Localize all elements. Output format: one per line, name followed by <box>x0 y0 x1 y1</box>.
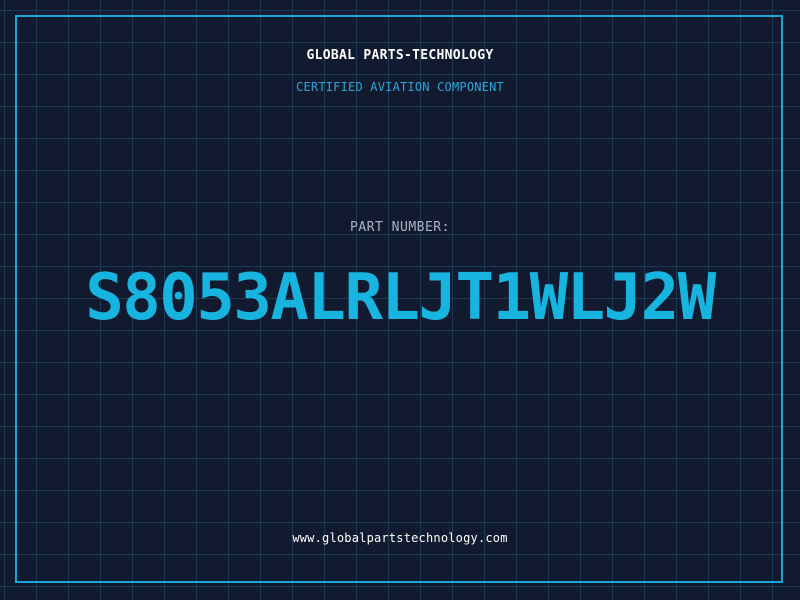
company-name: GLOBAL PARTS-TECHNOLOGY <box>306 48 494 63</box>
website-url: www.globalpartstechnology.com <box>292 531 508 545</box>
certificate-card: GLOBAL PARTS-TECHNOLOGY CERTIFIED AVIATI… <box>0 0 800 600</box>
part-number-value: S8053ALRLJT1WLJ2W <box>85 261 716 335</box>
certification-subtitle: CERTIFIED AVIATION COMPONENT <box>296 80 504 94</box>
part-number-label: PART NUMBER: <box>350 220 450 235</box>
